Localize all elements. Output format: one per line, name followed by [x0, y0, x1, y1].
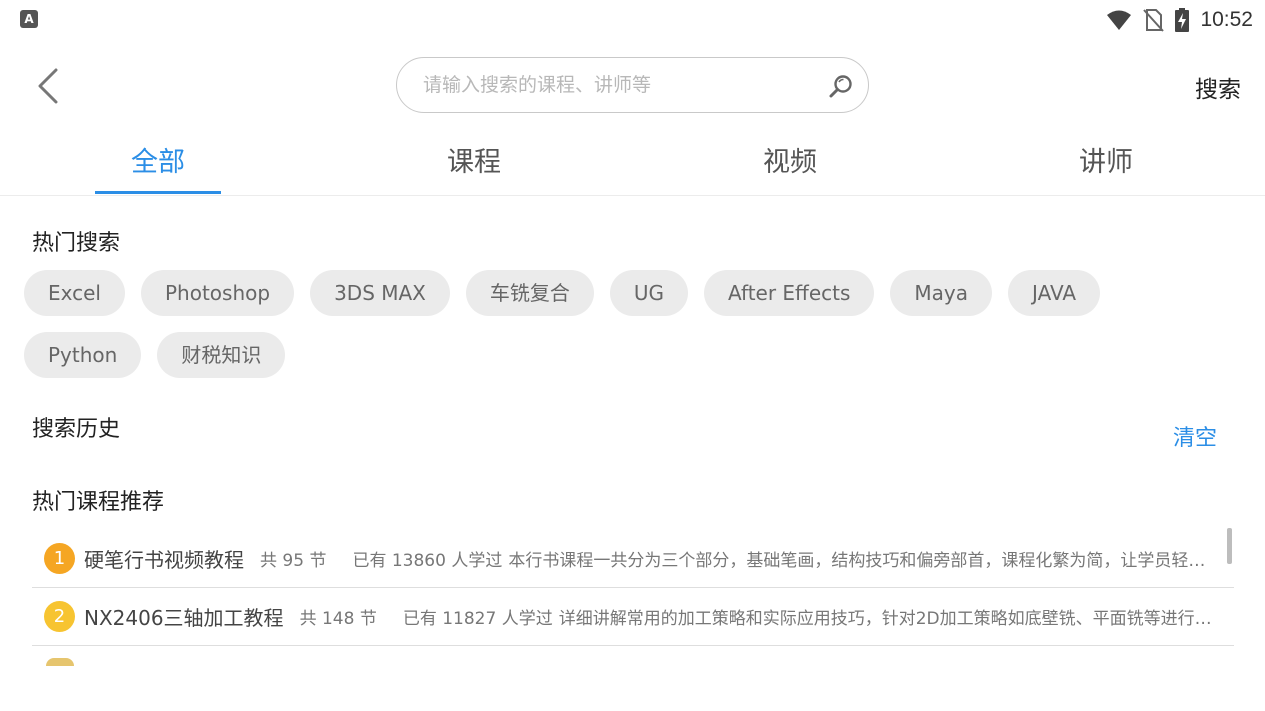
hot-search-chip[interactable]: JAVA [1008, 270, 1101, 316]
back-button[interactable] [28, 64, 68, 108]
hot-search-chips: Excel Photoshop 3DS MAX 车铣复合 UG After Ef… [24, 270, 1244, 394]
chip-row: Excel Photoshop 3DS MAX 车铣复合 UG After Ef… [24, 270, 1244, 316]
hot-search-chip[interactable]: Python [24, 332, 142, 378]
recommended-courses-title: 热门课程推荐 [32, 490, 165, 515]
lesson-count: 共 148 节 [299, 609, 377, 629]
search-history-title: 搜索历史 [32, 417, 121, 442]
search-box[interactable] [396, 57, 869, 113]
status-bar: A 10:52 [0, 0, 1265, 40]
category-tabs: 全部 课程 视频 讲师 [0, 130, 1265, 196]
course-list-item[interactable]: 1 硬笔行书视频教程 共 95 节 已有 13860 人学过 本行书课程一共分为… [32, 530, 1234, 588]
hot-search-chip[interactable]: Photoshop [140, 270, 295, 316]
tab-teachers[interactable]: 讲师 [1006, 130, 1206, 196]
search-icon[interactable] [828, 73, 854, 99]
chevron-left-icon [38, 68, 58, 104]
active-tab-indicator [95, 191, 221, 194]
hot-search-chip[interactable]: Maya [890, 270, 993, 316]
hot-search-chip[interactable]: UG [609, 270, 689, 316]
hot-search-title: 热门搜索 [32, 231, 121, 256]
wifi-icon [1107, 10, 1132, 30]
no-sim-icon [1143, 9, 1165, 32]
partial-rank-badge [46, 658, 74, 666]
list-scrollbar[interactable] [1227, 528, 1232, 564]
status-icons: 10:52 [1106, 6, 1253, 34]
tab-all[interactable]: 全部 [58, 130, 258, 196]
hot-search-chip[interactable]: 财税知识 [157, 332, 286, 378]
course-description: 详细讲解常用的加工策略和实际应用技巧，针对2D加工策略如底壁铣、平面铣等进行讲解 [558, 609, 1229, 629]
hot-search-chip[interactable]: Excel [24, 270, 125, 316]
hot-search-chip[interactable]: 车铣复合 [465, 270, 594, 316]
clear-history-button[interactable]: 清空 [1173, 420, 1217, 452]
tab-videos[interactable]: 视频 [690, 130, 890, 196]
hot-search-chip[interactable]: 3DS MAX [310, 270, 450, 316]
course-title: NX2406三轴加工教程 [84, 606, 284, 630]
rank-badge: 2 [44, 601, 75, 632]
tab-courses[interactable]: 课程 [374, 130, 574, 196]
lesson-count: 共 95 节 [260, 551, 327, 571]
app-notification-icon: A [20, 10, 38, 28]
status-time: 10:52 [1200, 8, 1253, 31]
course-description: 本行书课程一共分为三个部分，基础笔画，结构技巧和偏旁部首，课程化繁为简，让学员轻… [508, 551, 1234, 571]
rank-badge: 1 [44, 543, 75, 574]
course-list-item[interactable]: 2 NX2406三轴加工教程 共 148 节 已有 11827 人学过 详细讲解… [32, 588, 1234, 646]
learner-count: 已有 13860 人学过 [352, 551, 503, 571]
battery-charging-icon [1175, 8, 1190, 32]
learner-count: 已有 11827 人学过 [402, 609, 553, 629]
search-button[interactable]: 搜索 [1195, 70, 1241, 104]
chip-row: Python 财税知识 [24, 332, 1244, 378]
hot-search-chip[interactable]: After Effects [704, 270, 875, 316]
search-header: 搜索 [0, 56, 1265, 116]
recommended-course-list: 1 硬笔行书视频教程 共 95 节 已有 13860 人学过 本行书课程一共分为… [32, 530, 1234, 663]
course-title: 硬笔行书视频教程 [84, 548, 244, 572]
search-input[interactable] [423, 68, 823, 102]
